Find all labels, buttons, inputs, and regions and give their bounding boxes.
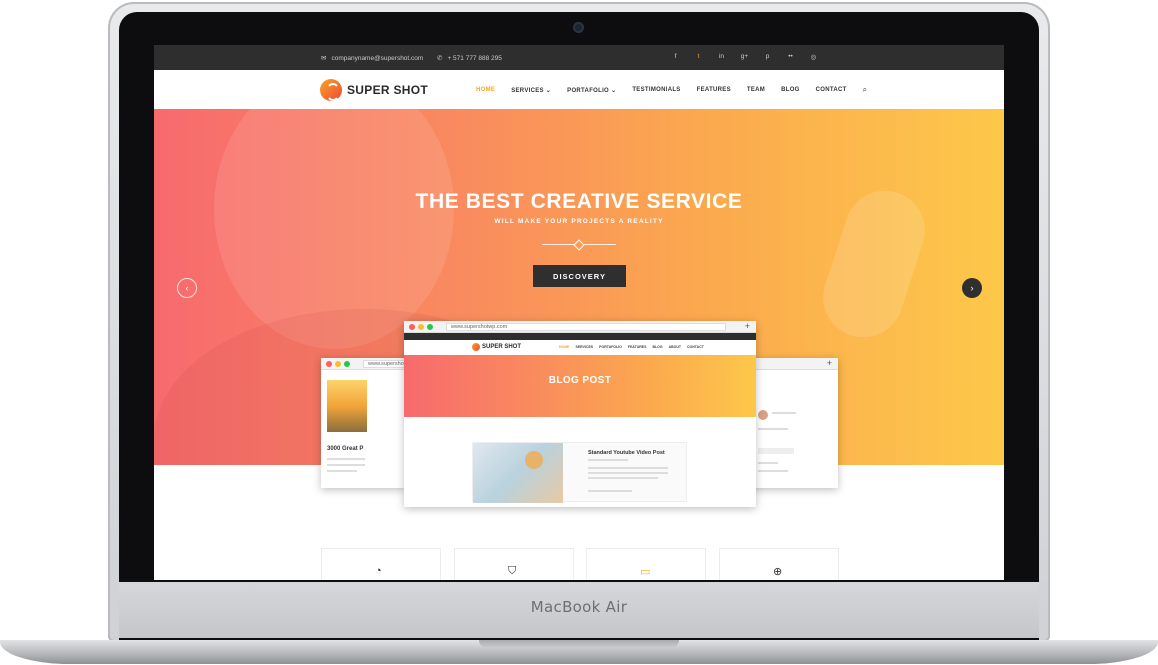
facebook-icon[interactable]: f [671,53,680,61]
slider-prev-button[interactable]: ‹ [177,278,197,298]
mockup-browser-chrome: + [750,358,838,370]
mockup-post-image [473,443,563,503]
maximize-dot-icon [427,324,433,330]
mockup-text-line [758,470,788,472]
nav-item-blog[interactable]: BLOG [781,87,800,93]
camera-icon [573,22,584,33]
main-navbar: SUPER SHOT HOME SERVICES ⌄ PORTAFOLIO ⌄ … [154,70,1004,109]
mockup-text-line [327,470,357,472]
nav-item-services[interactable]: SERVICES ⌄ [511,87,551,94]
mockup-menu-item: HOME [559,345,570,349]
mockup-text-line [327,464,365,466]
mockup-text-line [588,490,632,492]
close-dot-icon [326,361,332,367]
mockup-menu-item: ABOUT [668,345,682,349]
mockup-menu-item: PORTAFOLIO [599,345,622,349]
mockup-text-line [588,467,668,469]
mockup-text-line [758,428,788,430]
mockup-url-bar: www.supershotwp.com [446,323,726,331]
flickr-icon[interactable]: •• [786,53,795,61]
laptop-icon: ▭ [640,566,651,578]
laptop-notch [479,640,679,648]
mockup-text-line [588,472,668,474]
mockup-browser-right: + [750,358,838,488]
mockup-browser-main: www.supershotwp.com + SUPER SHOT HOME SE… [404,321,756,507]
mockup-text-line [327,458,365,460]
mockup-text-line [772,412,796,414]
top-contact-bar: ✉ companyname@supershot.com ✆ + 571 777 … [154,45,1004,70]
shield-icon: ⛉ [508,565,517,577]
mockup-menu-item: BLOG [652,345,663,349]
mockup-hero-title: BLOG POST [548,375,612,386]
social-links: f t in g+ p •• ◎ [671,53,818,61]
feature-box[interactable]: ◔ [321,548,441,580]
device-brand-label: MacBook Air [530,598,628,616]
envelope-icon: ✉ [321,55,327,62]
mockup-post-card: Standard Youtube Video Post [472,442,687,503]
new-tab-icon: + [826,358,832,368]
nav-item-home[interactable]: HOME [476,87,495,93]
mockup-logo-text: SUPER SHOT [482,344,522,350]
discovery-button[interactable]: DISCOVERY [533,265,626,287]
new-tab-icon: + [744,321,750,331]
nav-item-testimonials[interactable]: TESTIMONIALS [632,87,680,93]
lifebuoy-icon: ⊕ [773,566,783,578]
phone-text: + 571 777 888 295 [447,54,502,62]
mockup-navbar: SUPER SHOT HOME SERVICES PORTAFOLIO FEAT… [404,340,756,355]
nav-item-features[interactable]: FEATURES [697,87,731,93]
search-icon[interactable]: ⌕ [863,85,868,95]
logo-mark-icon [320,79,342,101]
slider-next-button[interactable]: › [962,278,982,298]
feature-box[interactable]: ⛉ [454,548,574,580]
mockup-left-post-title: 3000 Great P [327,446,364,452]
hero-title: THE BEST CREATIVE SERVICE [415,190,743,213]
main-menu: HOME SERVICES ⌄ PORTAFOLIO ⌄ TESTIMONIAL… [476,85,867,95]
screen: ✉ companyname@supershot.com ✆ + 571 777 … [154,45,1004,580]
email-contact[interactable]: ✉ companyname@supershot.com [321,54,424,63]
feature-box[interactable]: ▭ [586,548,706,580]
hero-divider [542,239,616,251]
hero-subtitle: WILL MAKE YOUR PROJECTS A REALITY [494,218,664,225]
mockup-browser-chrome: www.supershotwp.com [321,358,406,370]
mockup-text-line [588,477,658,479]
mockup-text-line [588,459,628,461]
pie-chart-icon: ◔ [375,565,382,577]
twitter-icon[interactable]: t [694,53,703,61]
email-text: companyname@supershot.com [331,54,424,62]
maximize-dot-icon [344,361,350,367]
phone-contact[interactable]: ✆ + 571 777 888 295 [437,54,502,63]
mockup-menu-item: SERVICES [575,345,594,349]
mockup-hero: BLOG POST [404,355,756,417]
mockup-widget-box [758,448,794,454]
diamond-icon [573,239,585,251]
dribbble-icon[interactable]: ◎ [809,53,818,61]
avatar [758,410,768,420]
mockup-menu: HOME SERVICES PORTAFOLIO FEATURES BLOG A… [559,345,704,349]
mockup-topbar [404,333,756,340]
nav-item-team[interactable]: TEAM [747,87,765,93]
mockup-menu-item: CONTACT [687,345,704,349]
pinterest-icon[interactable]: p [763,53,772,61]
nav-item-portafolio[interactable]: PORTAFOLIO ⌄ [567,87,616,94]
google-plus-icon[interactable]: g+ [740,53,749,61]
logo-mark-icon [472,343,480,351]
mockup-post-image [327,380,367,432]
mockup-browser-left: www.supershotwp.com 3000 Great P [321,358,406,488]
mockup-text-line [758,462,778,464]
site-logo[interactable]: SUPER SHOT [320,79,428,101]
close-dot-icon [409,324,415,330]
nav-item-contact[interactable]: CONTACT [816,87,847,93]
mockup-browser-chrome: www.supershotwp.com + [404,321,756,333]
mockup-menu-item: FEATURES [627,345,647,349]
mockup-url-bar: www.supershotwp.com [363,360,406,368]
minimize-dot-icon [335,361,341,367]
minimize-dot-icon [418,324,424,330]
mockup-logo: SUPER SHOT [472,343,521,351]
logo-text: SUPER SHOT [347,83,429,97]
linkedin-icon[interactable]: in [717,53,726,61]
feature-box[interactable]: ⊕ [719,548,839,580]
mockup-post-title: Standard Youtube Video Post [588,450,665,456]
phone-icon: ✆ [437,55,443,62]
